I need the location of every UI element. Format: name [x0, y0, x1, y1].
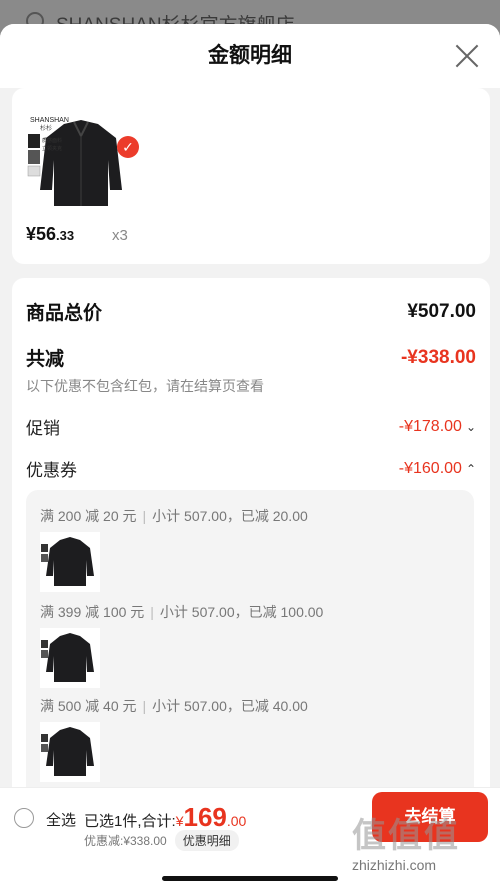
discount-text: 优惠减:¥338.00: [84, 834, 167, 848]
coupon-detail: 小计 507.00，已减 40.00: [152, 698, 308, 714]
reduce-value: -¥338.00: [400, 346, 476, 368]
svg-text:杉杉: 杉杉: [40, 124, 52, 132]
chevron-down-icon: ⌄: [465, 419, 476, 434]
total-decimal: .00: [226, 813, 247, 829]
coupon-product-thumbnail: [40, 532, 100, 592]
sheet-title: 金额明细: [208, 44, 292, 67]
amount-detail-sheet: 金额明细 SHANSHAN 杉杉 质感面料 立领夹克 ✓ ¥56.33 x3 商…: [0, 24, 500, 890]
coupon-product-thumbnail: [40, 628, 100, 688]
promo-label: 促销: [26, 419, 60, 438]
total-integer: 169: [183, 802, 227, 832]
product-thumbnail[interactable]: SHANSHAN 杉杉 质感面料 立领夹克 ✓: [26, 110, 139, 220]
discount-note: 以下优惠不包含红包，请在结算页查看: [26, 378, 264, 394]
home-indicator: [162, 876, 338, 881]
watermark-logo: 值值值: [352, 817, 460, 855]
price-integer: ¥56: [26, 224, 57, 244]
coupon-item: 满 500 减 40 元 | 小计 507.00，已减 40.00: [40, 696, 308, 782]
total-value: ¥507.00: [407, 300, 476, 322]
product-brand-text: SHANSHAN: [30, 117, 69, 124]
svg-text:立领夹克: 立领夹克: [42, 145, 62, 152]
select-all-label[interactable]: 全选: [46, 809, 76, 830]
quantity: x3: [112, 227, 128, 244]
discount-line: 优惠减:¥338.00 优惠明细: [84, 830, 239, 851]
discount-detail-button[interactable]: 优惠明细: [174, 830, 239, 851]
jacket-image: [41, 727, 94, 776]
reduce-label: 共减: [26, 349, 65, 370]
coupon-detail: 小计 507.00，已减 20.00: [152, 508, 308, 524]
watermark-url: zhizhizhi.com: [352, 857, 437, 873]
price-decimal: .33: [56, 228, 75, 243]
coupon-row[interactable]: 优惠券 -¥160.00 ⌃: [26, 456, 476, 481]
promo-value: -¥178.00: [398, 417, 462, 435]
unit-price: ¥56.33: [26, 224, 74, 245]
selected-count-text: 已选1件,合计:: [84, 813, 176, 830]
jacket-image: [41, 633, 94, 682]
jacket-image: [41, 537, 94, 586]
coupon-detail: 小计 507.00，已减 100.00: [159, 604, 324, 620]
promo-row[interactable]: 促销 -¥178.00 ⌄: [26, 414, 476, 439]
selected-summary: 已选1件,合计:¥169.00: [84, 802, 246, 833]
checkout-bar: 全选 已选1件,合计:¥169.00 优惠减:¥338.00 优惠明细 去结算 …: [0, 787, 500, 890]
product-card: SHANSHAN 杉杉 质感面料 立领夹克 ✓ ¥56.33 x3: [12, 88, 490, 264]
select-all-radio[interactable]: [14, 808, 34, 828]
svg-text:质感面料: 质感面料: [42, 137, 62, 144]
coupon-rule: 满 399 减 100 元: [40, 604, 145, 620]
watermark: 值值值 zhizhizhi.com: [352, 808, 494, 873]
coupon-rule: 满 200 减 20 元: [40, 508, 137, 524]
coupon-value: -¥160.00: [398, 459, 462, 477]
reduce-row: 共减 -¥338.00: [26, 344, 476, 371]
close-icon[interactable]: [454, 43, 480, 69]
coupon-item: 满 399 减 100 元 | 小计 507.00，已减 100.00: [40, 602, 323, 688]
coupon-label: 优惠券: [26, 461, 77, 480]
total-row: 商品总价 ¥507.00: [26, 298, 476, 325]
coupon-item: 满 200 减 20 元 | 小计 507.00，已减 20.00: [40, 506, 308, 592]
coupon-product-thumbnail: [40, 722, 100, 782]
selected-check-icon: ✓: [117, 136, 139, 158]
sheet-header: 金额明细: [0, 24, 500, 88]
jacket-image: SHANSHAN 杉杉 质感面料 立领夹克: [27, 117, 122, 206]
coupon-rule: 满 500 减 40 元: [40, 698, 137, 714]
chevron-up-icon: ⌃: [465, 461, 476, 476]
total-label: 商品总价: [26, 303, 103, 324]
